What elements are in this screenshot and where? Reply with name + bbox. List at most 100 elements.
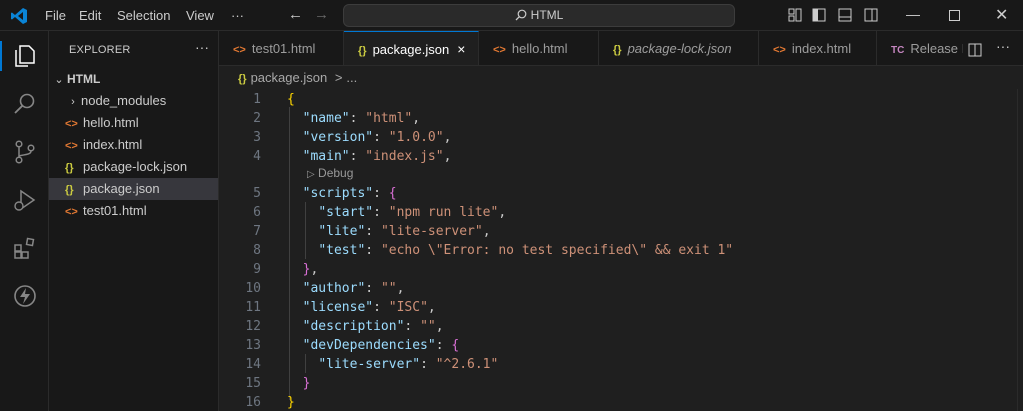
menu-edit[interactable]: Edit <box>79 8 101 23</box>
tree-item-index-html[interactable]: <> index.html <box>49 134 218 156</box>
explorer-icon[interactable] <box>12 43 38 69</box>
code-line: "lite-server": "^2.6.1" <box>318 357 499 372</box>
line-number: 2 <box>253 111 261 126</box>
activity-bar <box>0 31 49 411</box>
explorer-more-button[interactable]: ··· <box>195 39 209 55</box>
chevron-down-icon: ⌄ <box>54 74 64 86</box>
json-file-icon: {} <box>358 45 367 57</box>
tabs-more-button[interactable]: ··· <box>996 38 1010 54</box>
command-center-search[interactable]: HTML <box>343 4 735 27</box>
active-indicator <box>0 41 2 71</box>
code-line: "name": "html", <box>302 111 421 126</box>
toggle-secondary-sidebar-icon[interactable] <box>864 8 878 22</box>
code-line: { <box>287 92 295 107</box>
tab-package-json[interactable]: {} package.json × <box>344 31 479 65</box>
tree-root-folder[interactable]: ⌄ HTML <box>49 68 218 90</box>
extensions-icon[interactable] <box>12 235 38 261</box>
tab-label: hello.html <box>511 41 568 56</box>
line-number: 4 <box>253 149 261 164</box>
tree-item-label: hello.html <box>83 115 139 130</box>
line-number: 7 <box>253 224 261 239</box>
line-number: 3 <box>253 130 261 145</box>
search-icon <box>515 9 527 21</box>
tree-item-label: test01.html <box>83 203 147 218</box>
tree-item-label: package.json <box>83 181 160 196</box>
tree-item-label: package-lock.json <box>83 159 188 174</box>
tree-item-node-modules[interactable]: › node_modules <box>49 90 218 112</box>
tab-index-html[interactable]: <> index.html <box>759 31 877 65</box>
play-icon: ▷ <box>307 169 315 180</box>
code-line: "lite": "lite-server", <box>318 224 491 239</box>
code-line: "license": "ISC", <box>302 300 436 315</box>
lightning-extension-icon[interactable] <box>12 283 38 309</box>
tab-release[interactable]: TC Release I <box>877 31 963 65</box>
json-file-icon: {} <box>65 162 74 174</box>
tree-item-hello-html[interactable]: <> hello.html <box>49 112 218 134</box>
tab-label: package-lock.json <box>627 41 732 56</box>
line-number: 9 <box>253 262 261 277</box>
line-number: 1 <box>253 92 261 107</box>
code-line: "version": "1.0.0", <box>302 130 452 145</box>
maximize-icon[interactable] <box>949 10 960 21</box>
title-bar: File Edit Selection View ··· ← → HTML — … <box>0 0 1023 31</box>
close-window-icon[interactable]: ✕ <box>995 5 1008 25</box>
tc-file-icon: TC <box>891 45 905 56</box>
tree-item-package-json[interactable]: {} package.json <box>49 178 218 200</box>
run-debug-icon[interactable] <box>12 187 38 213</box>
tab-package-lock-json[interactable]: {} package-lock.json <box>599 31 759 65</box>
code-line: "main": "index.js", <box>302 149 452 164</box>
line-number: 6 <box>253 205 261 220</box>
back-arrow-icon[interactable]: ← <box>288 6 303 23</box>
tab-label: index.html <box>791 41 852 56</box>
customize-layout-icon[interactable] <box>788 8 802 22</box>
forward-arrow-icon[interactable]: → <box>314 6 329 23</box>
minimize-icon[interactable]: — <box>906 6 920 22</box>
line-number: 8 <box>253 243 261 258</box>
breadcrumb-separator: > <box>334 70 343 85</box>
explorer-title: EXPLORER <box>69 44 131 56</box>
tree-item-test01-html[interactable]: <> test01.html <box>49 200 218 222</box>
menu-more-button[interactable]: ··· <box>231 8 244 23</box>
split-editor-icon[interactable] <box>968 43 982 57</box>
tree-item-label: node_modules <box>81 93 167 108</box>
menu-selection[interactable]: Selection <box>117 8 170 23</box>
vscode-logo-icon <box>11 8 27 24</box>
source-control-icon[interactable] <box>12 139 38 165</box>
toggle-panel-icon[interactable] <box>838 8 852 22</box>
tab-test01-html[interactable]: <> test01.html <box>219 31 344 65</box>
explorer-sidebar: EXPLORER ··· ⌄ HTML › node_modules <> hello… <box>49 31 219 411</box>
breadcrumb: {} package.json >... <box>219 67 357 89</box>
json-file-icon: {} <box>613 44 622 56</box>
line-number: 16 <box>245 395 261 410</box>
html-file-icon: <> <box>233 44 246 56</box>
tree-item-package-lock-json[interactable]: {} package-lock.json <box>49 156 218 178</box>
html-file-icon: <> <box>493 44 506 56</box>
close-tab-icon[interactable]: × <box>457 41 465 57</box>
code-line: "description": "", <box>302 319 444 334</box>
menu-file[interactable]: File <box>45 8 66 23</box>
code-line: "devDependencies": { <box>302 338 460 353</box>
html-file-icon: <> <box>65 118 78 130</box>
breadcrumb-file[interactable]: package.json <box>251 70 328 85</box>
code-editor[interactable]: ▷ Debug 1 {2 "name": "html", 3 "version": … <box>219 89 1023 411</box>
debug-codelens[interactable]: ▷ Debug <box>307 164 353 182</box>
code-line: "scripts": { <box>302 186 397 201</box>
editor-tabs: <> test01.html {} package.json × <> hello.ht… <box>219 31 1023 66</box>
tab-hello-html[interactable]: <> hello.html <box>479 31 599 65</box>
code-line: } <box>287 395 295 410</box>
code-line: "start": "npm run lite", <box>318 205 507 220</box>
line-number: 14 <box>245 357 261 372</box>
code-line: "author": "", <box>302 281 405 296</box>
search-view-icon[interactable] <box>12 91 38 117</box>
html-file-icon: <> <box>65 140 78 152</box>
line-number: 11 <box>245 300 261 315</box>
editor-scrollbar[interactable] <box>1017 89 1023 411</box>
menu-view[interactable]: View <box>186 8 214 23</box>
toggle-primary-sidebar-icon[interactable] <box>812 8 826 22</box>
code-line: "test": "echo \"Error: no test specified… <box>318 243 734 258</box>
tab-label: package.json <box>372 42 450 57</box>
line-number: 10 <box>245 281 261 296</box>
code-line: }, <box>302 262 319 277</box>
chevron-right-icon: › <box>71 96 75 108</box>
breadcrumb-symbol[interactable]: ... <box>346 70 357 85</box>
